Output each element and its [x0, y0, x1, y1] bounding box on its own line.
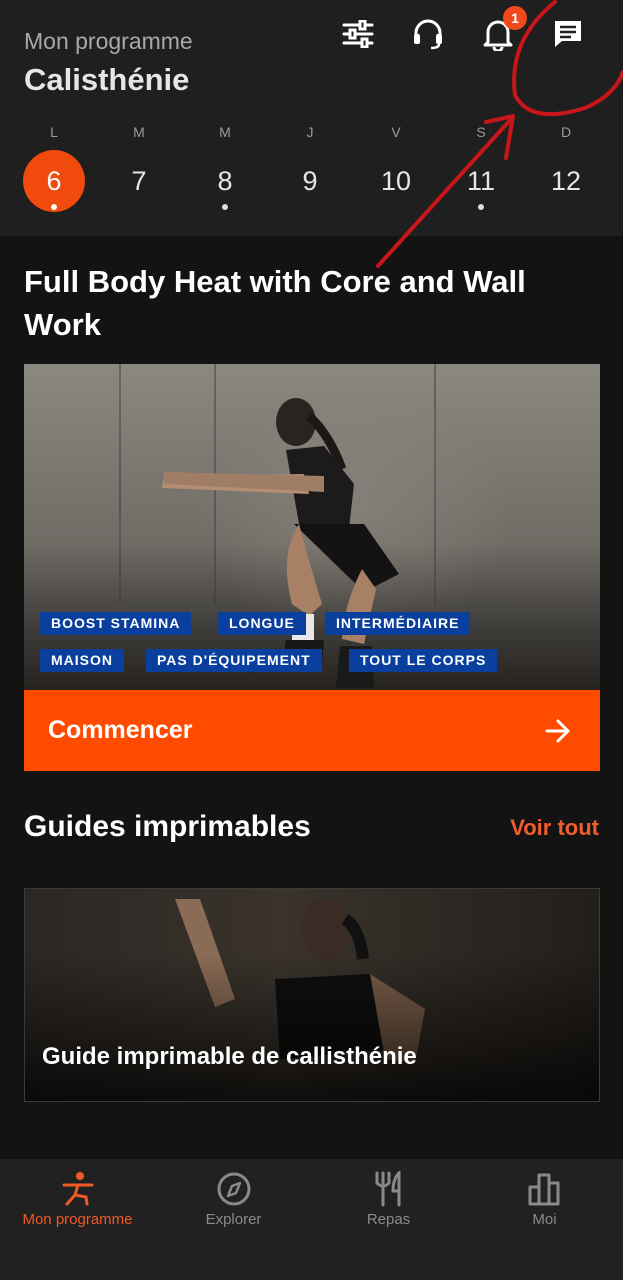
sliders-icon[interactable]: [338, 14, 378, 54]
compass-icon: [217, 1172, 251, 1206]
program-title: Calisthénie: [24, 62, 190, 97]
day-number: 9: [302, 166, 318, 196]
bar-chart-icon: [528, 1173, 560, 1206]
day-number: 12: [550, 166, 582, 196]
day-number: 8: [217, 166, 233, 196]
day-letter: M: [133, 124, 145, 140]
guides-section-title: Guides imprimables: [24, 810, 311, 843]
headset-icon[interactable]: [408, 14, 448, 54]
day-monday[interactable]: L 6: [23, 122, 85, 222]
day-number: 10: [380, 166, 412, 196]
workout-title: Full Body Heat with Core and Wall Work: [24, 264, 526, 342]
start-workout-button[interactable]: Commencer: [24, 690, 600, 771]
workout-dot: [51, 204, 57, 210]
tag-longue: LONGUE: [218, 612, 306, 635]
notification-badge: 1: [503, 6, 527, 30]
day-number: 7: [131, 166, 147, 196]
chat-icon[interactable]: [548, 14, 588, 54]
workout-image[interactable]: BOOST STAMINA LONGUE INTERMÉDIAIRE MAISO…: [24, 364, 600, 690]
stretch-person-icon: [62, 1172, 94, 1206]
day-letter: S: [476, 124, 486, 140]
day-thursday[interactable]: J 9: [279, 122, 341, 222]
day-saturday[interactable]: S 11: [450, 122, 512, 222]
day-letter: D: [560, 124, 572, 140]
tag-boost-stamina: BOOST STAMINA: [40, 612, 192, 635]
nav-moi[interactable]: Moi: [467, 1159, 622, 1280]
nav-label: Mon programme: [22, 1211, 133, 1228]
nav-label: Moi: [532, 1211, 557, 1228]
nav-repas[interactable]: Repas: [311, 1159, 466, 1280]
bottom-navigation: Mon programme Explorer Repas Moi: [0, 1159, 623, 1280]
nav-label: Explorer: [205, 1211, 262, 1228]
workout-dot: [222, 204, 228, 210]
day-wednesday[interactable]: M 8: [194, 122, 256, 222]
nav-label: Repas: [366, 1211, 411, 1228]
program-header: Mon programme Calisthénie 1 L 6 M 7 M 8 …: [0, 0, 623, 236]
see-all-link[interactable]: Voir tout: [510, 815, 599, 841]
tag-intermediaire: INTERMÉDIAIRE: [325, 612, 471, 635]
program-subtitle: Mon programme: [24, 28, 193, 54]
arrow-right-icon: [545, 719, 570, 742]
day-friday[interactable]: V 10: [365, 122, 427, 222]
athlete-silhouette: [162, 398, 399, 688]
tag-pas-equipement: PAS D'ÉQUIPEMENT: [146, 649, 322, 672]
nav-mon-programme[interactable]: Mon programme: [0, 1159, 155, 1280]
start-workout-label: Commencer: [48, 716, 193, 744]
guide-card-title: Guide imprimable de callisthénie: [42, 1043, 417, 1070]
day-sunday[interactable]: D 12: [535, 122, 597, 222]
day-letter: L: [50, 124, 58, 140]
printable-guide-card[interactable]: Guide imprimable de callisthénie: [24, 888, 600, 1102]
day-tuesday[interactable]: M 7: [108, 122, 170, 222]
day-number: 6: [23, 150, 85, 212]
tag-tout-le-corps: TOUT LE CORPS: [349, 649, 498, 672]
day-letter: V: [391, 124, 401, 140]
day-letter: J: [306, 124, 314, 140]
fork-knife-icon: [375, 1171, 401, 1207]
day-letter: M: [219, 124, 231, 140]
nav-explorer[interactable]: Explorer: [156, 1159, 311, 1280]
day-number: 11: [466, 166, 496, 196]
tag-maison: MAISON: [40, 649, 124, 672]
